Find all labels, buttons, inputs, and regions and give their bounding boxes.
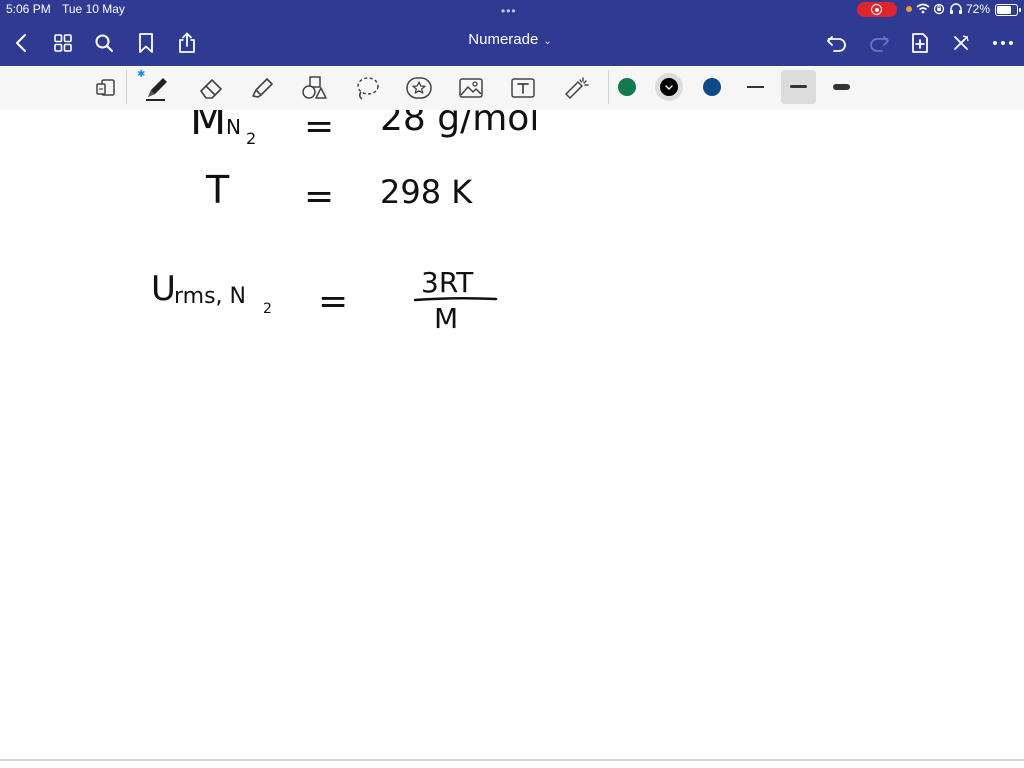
orientation-lock-icon — [933, 3, 945, 15]
equation-temperature: T = 298 K — [205, 168, 473, 217]
wifi-icon — [916, 3, 930, 14]
chevron-down-icon — [665, 85, 673, 90]
rms-speed-symbol: U — [151, 269, 176, 309]
status-date: Tue 10 May — [62, 2, 125, 16]
molar-mass-subscript-2: 2 — [246, 129, 256, 148]
fraction-bar — [413, 296, 498, 302]
equals-sign: = — [304, 110, 334, 147]
headphones-icon — [950, 3, 962, 14]
highlighter-icon[interactable] — [247, 74, 277, 102]
color-swatch-black[interactable] — [660, 78, 678, 96]
document-title-dropdown[interactable]: Numerade ⌄ — [440, 31, 580, 48]
lasso-icon[interactable] — [352, 74, 382, 102]
page-scan-icon[interactable] — [91, 74, 121, 102]
rms-speed-subscript: rms, N — [174, 284, 246, 309]
temperature-symbol: T — [205, 168, 230, 212]
back-icon[interactable] — [8, 30, 34, 56]
text-icon[interactable] — [508, 74, 538, 102]
shapes-icon[interactable] — [299, 74, 329, 102]
note-canvas[interactable]: M N 2 = 28 g/mol T = 298 K U rms, N 2 = … — [0, 110, 1024, 760]
stroke-width-thin[interactable] — [747, 86, 764, 88]
sticker-icon[interactable] — [404, 74, 434, 102]
multitasking-dots-icon[interactable]: ••• — [501, 4, 517, 18]
page-bottom-edge — [0, 759, 1024, 761]
toolbar-divider — [608, 70, 609, 104]
add-page-icon[interactable] — [907, 30, 933, 56]
search-icon[interactable] — [91, 30, 117, 56]
redo-icon[interactable] — [866, 30, 892, 56]
status-time: 5:06 PM — [6, 2, 51, 16]
thumbnails-grid-icon[interactable] — [50, 30, 76, 56]
molar-mass-subscript: N — [226, 115, 241, 139]
equals-sign: = — [318, 281, 348, 322]
top-bar: 5:06 PM Tue 10 May ••• 72% Numerade ⌄ — [0, 0, 1024, 66]
close-icon[interactable] — [948, 30, 974, 56]
handwriting-layer: M N 2 = 28 g/mol T = 298 K U rms, N 2 = … — [151, 110, 539, 335]
temperature-value: 298 K — [380, 173, 473, 211]
molar-mass-value: 28 g/mol — [380, 110, 539, 139]
eraser-icon[interactable] — [196, 74, 226, 102]
molar-mass-symbol: M — [190, 110, 226, 144]
equation-molar-mass: M N 2 = 28 g/mol — [190, 110, 539, 148]
battery-icon — [995, 4, 1021, 16]
microphone-in-use-icon — [906, 6, 912, 12]
screen-recording-indicator[interactable] — [857, 2, 897, 17]
more-icon[interactable] — [990, 30, 1016, 56]
chevron-down-icon: ⌄ — [543, 36, 552, 47]
fraction-denominator: M — [434, 302, 458, 335]
bookmark-icon[interactable] — [133, 30, 159, 56]
equals-sign: = — [304, 176, 334, 217]
fraction-numerator: 3RT — [421, 266, 474, 299]
laser-pointer-icon[interactable] — [561, 74, 591, 102]
stroke-width-medium[interactable] — [790, 85, 807, 88]
battery-percentage: 72% — [966, 2, 991, 16]
pen-icon[interactable] — [142, 74, 172, 102]
color-swatch-green[interactable] — [618, 78, 636, 96]
rms-speed-subscript-2: 2 — [263, 301, 272, 317]
share-icon[interactable] — [174, 30, 200, 56]
document-title: Numerade — [468, 31, 539, 48]
stroke-width-thick[interactable] — [833, 84, 850, 90]
toolbar-divider — [126, 70, 127, 104]
color-swatch-blue[interactable] — [703, 78, 721, 96]
image-icon[interactable] — [456, 74, 486, 102]
equation-rms-speed: U rms, N 2 = 3RT M — [151, 266, 498, 335]
undo-icon[interactable] — [824, 30, 850, 56]
